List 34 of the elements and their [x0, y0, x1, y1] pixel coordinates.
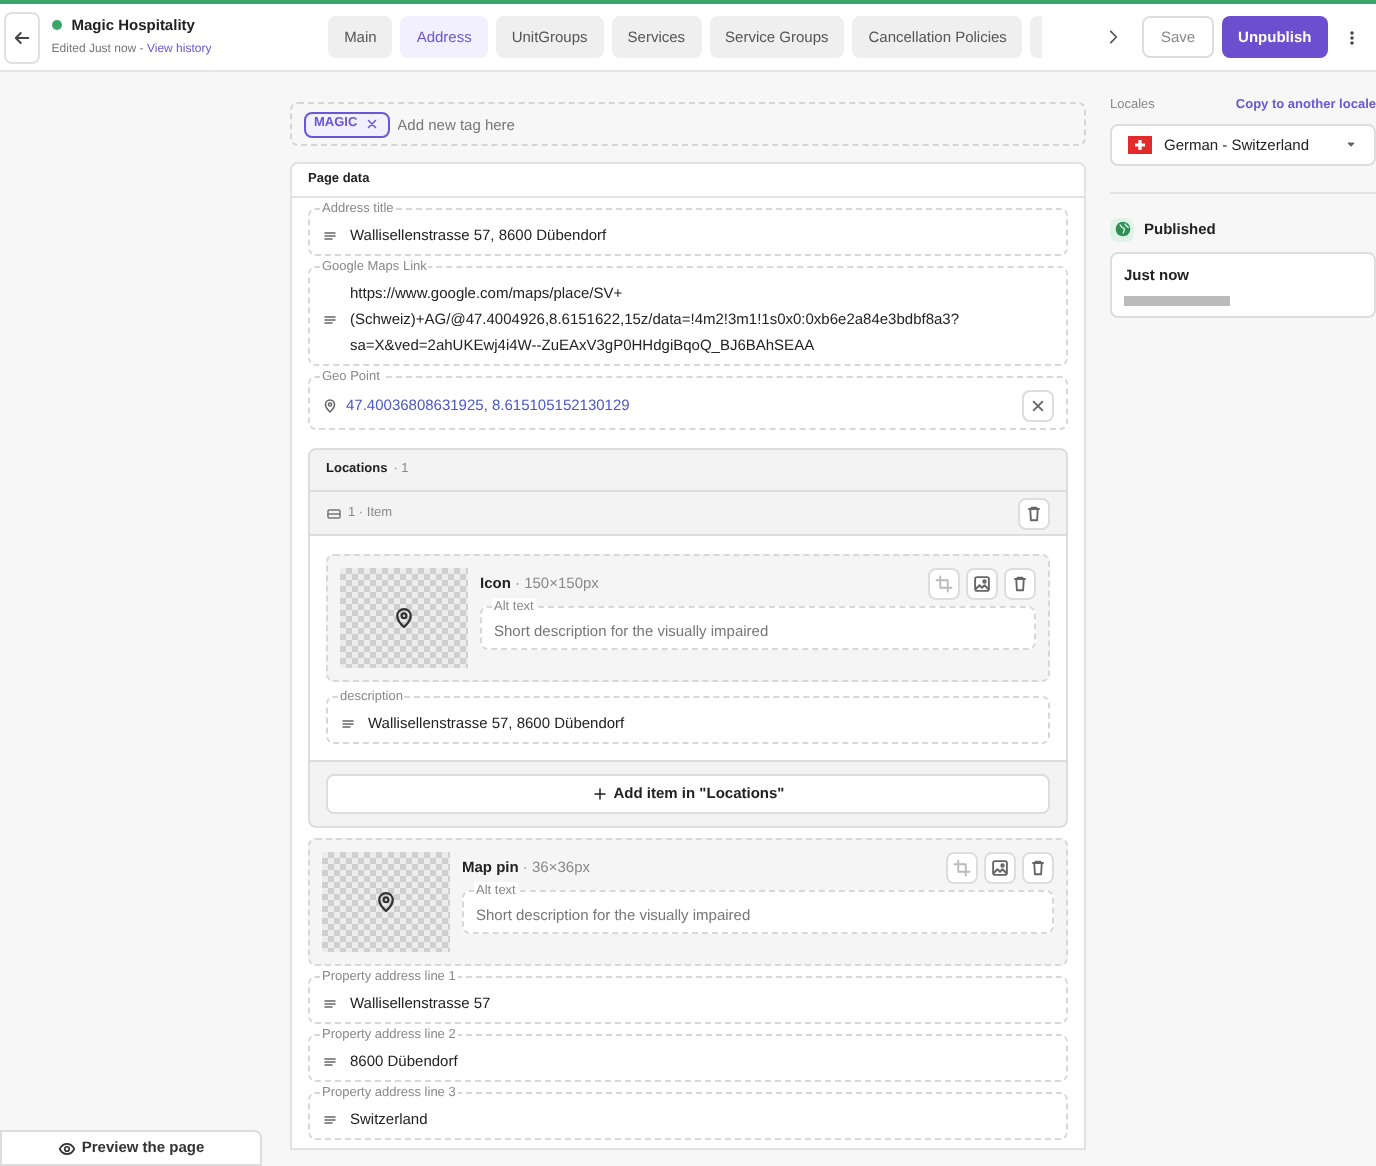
image-icon: [972, 574, 992, 594]
delete-button[interactable]: [1022, 852, 1054, 884]
back-button[interactable]: [4, 11, 40, 63]
trash-icon: [1010, 574, 1030, 594]
delete-item-button[interactable]: [1018, 497, 1050, 529]
caret-down-icon: [1344, 137, 1358, 152]
text-lines-icon: [322, 1053, 338, 1069]
map-pin-icon: [392, 606, 416, 630]
text-lines-icon: [340, 715, 356, 731]
list-item-icon: [326, 505, 342, 521]
redacted-block: [1124, 296, 1230, 306]
text-lines-icon: [322, 227, 338, 243]
image-icon: [990, 858, 1010, 878]
text-lines-icon: [322, 311, 338, 327]
eye-icon: [57, 1139, 76, 1157]
close-icon: [363, 116, 380, 132]
text-lines-icon: [322, 995, 338, 1011]
map-pin-icon: [374, 890, 398, 914]
replace-image-button[interactable]: [966, 568, 998, 600]
remove-tag-button[interactable]: [363, 116, 380, 132]
crop-icon: [934, 574, 954, 594]
plus-icon: [591, 786, 608, 802]
more-vertical-icon: [1344, 25, 1360, 49]
close-icon: [1028, 396, 1048, 416]
globe-icon: [1110, 217, 1134, 242]
arrow-left-icon: [11, 27, 32, 47]
text-lines-icon: [322, 1111, 338, 1127]
trash-icon: [1028, 858, 1048, 878]
crop-icon: [952, 858, 972, 878]
replace-image-button[interactable]: [984, 852, 1016, 884]
map-pin-icon: [322, 398, 338, 414]
trash-icon: [1024, 503, 1044, 523]
clear-button[interactable]: [1022, 390, 1054, 422]
delete-button[interactable]: [1004, 568, 1036, 600]
